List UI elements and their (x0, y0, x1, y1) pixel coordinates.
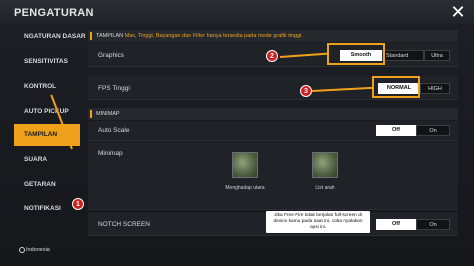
auto-scale-off-option[interactable]: Off (376, 125, 416, 136)
minimap-direction-caption: List arah (315, 185, 335, 191)
notch-on-option[interactable]: On (416, 219, 450, 230)
notch-tooltip: Jika Free Fire tidak berjalan full-scree… (266, 211, 370, 233)
page-title: PENGATURAN (14, 7, 94, 19)
graphics-label: Graphics (98, 52, 125, 59)
auto-scale-on-option[interactable]: On (416, 125, 450, 136)
language-label[interactable]: Indonesia (26, 247, 50, 253)
section-accent (90, 110, 92, 118)
graphics-ultra-option[interactable]: Ultra (424, 50, 450, 61)
notch-off-option[interactable]: Off (376, 219, 416, 230)
close-icon[interactable]: ✕ (446, 2, 470, 22)
fps-highlight-box (372, 76, 420, 98)
marker-1-badge: 1 (72, 198, 84, 210)
sidebar-item-notifikasi[interactable]: NOTIFIKASI (14, 198, 80, 220)
marker-3-badge: 3 (300, 85, 312, 97)
section-title: TAMPILAN (96, 33, 124, 39)
marker-2-badge: 2 (266, 50, 278, 62)
sidebar-item-getaran[interactable]: GETARAN (14, 174, 80, 196)
minimap-row: Minimap Menghadap utara List arah (88, 142, 458, 210)
globe-icon (19, 247, 25, 253)
notch-row: NOTCH SCREEN Jika Free Fire tidak berjal… (88, 211, 458, 236)
sidebar-item-kontrol[interactable]: KONTROL (14, 76, 80, 98)
graphics-standard-option[interactable]: Standard (382, 50, 424, 61)
settings-header: PENGATURAN ✕ (0, 0, 474, 24)
sidebar-item-suara[interactable]: SUARA (14, 149, 80, 171)
auto-scale-row: Auto Scale Off On (88, 121, 458, 141)
graphics-highlight-box (327, 43, 385, 65)
section-tampilan-header: TAMPILAN Max, Tinggi, Bayangan dan Filte… (88, 30, 458, 42)
graphics-note: Max, Tinggi, Bayangan dan Filter hanya t… (124, 33, 303, 39)
minimap-north-thumbnail[interactable] (232, 152, 258, 178)
fps-label: FPS Tinggi (98, 85, 130, 92)
notch-label: NOTCH SCREEN (98, 221, 151, 228)
section-accent (90, 32, 92, 40)
section-title: MINIMAP (96, 111, 120, 117)
sidebar-item-sensitivitas[interactable]: SENSITIVITAS (14, 51, 80, 73)
auto-scale-label: Auto Scale (98, 127, 130, 134)
fps-high-option[interactable]: HIGH (420, 83, 450, 94)
sidebar-item-ngaturan-dasar[interactable]: NGATURAN DASAR (14, 26, 86, 48)
minimap-north-caption: Menghadap utara (225, 185, 265, 191)
sidebar-item-auto-pickup[interactable]: AUTO PICKUP (14, 101, 80, 123)
minimap-direction-thumbnail[interactable] (312, 152, 338, 178)
minimap-label: Minimap (98, 150, 123, 157)
section-minimap-header: MINIMAP (88, 108, 458, 120)
settings-window: PENGATURAN ✕ NGATURAN DASAR SENSITIVITAS… (0, 0, 474, 266)
